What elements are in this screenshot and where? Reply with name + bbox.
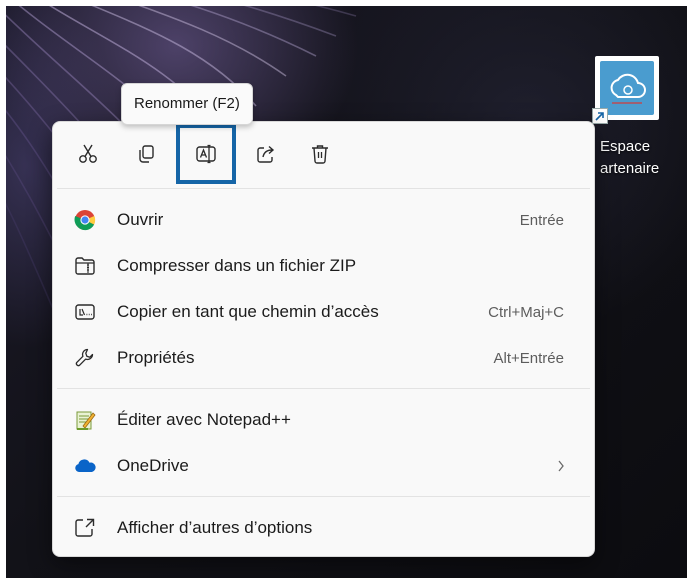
menu-item-compress-zip[interactable]: Compresser dans un fichier ZIP (57, 243, 590, 289)
shortcut-label-line2: artenaire (600, 160, 660, 177)
menu-item-label: Compresser dans un fichier ZIP (117, 256, 357, 275)
menu-item-label: OneDrive (117, 456, 189, 475)
cut-button[interactable] (65, 132, 111, 176)
shortcut-label: Espace artenaire (588, 136, 687, 180)
trash-icon (312, 145, 328, 164)
chrome-icon (74, 210, 96, 231)
onedrive-icon (75, 459, 96, 472)
rename-button[interactable] (176, 124, 236, 184)
shortcut-app-icon (600, 61, 654, 115)
menu-item-label: Propriétés (117, 348, 195, 367)
separator (57, 388, 590, 389)
rename-icon (196, 144, 216, 164)
rename-tooltip: Renommer (F2) (121, 83, 253, 125)
wrench-icon (75, 348, 94, 367)
separator (57, 188, 590, 189)
menu-item-shortcut: Alt+Entrée (493, 349, 564, 367)
notepad-plus-plus-icon (76, 411, 96, 430)
menu-item-open[interactable]: Ouvrir Entrée (57, 197, 590, 243)
chevron-right-icon (558, 460, 564, 472)
menu-item-shortcut: Ctrl+Maj+C (488, 303, 564, 321)
menu-item-label: Copier en tant que chemin d’accès (117, 302, 379, 321)
share-button[interactable] (243, 132, 289, 176)
menu-item-label: Ouvrir (117, 210, 164, 229)
shortcut-arrow-icon (592, 108, 608, 124)
menu-item-label: Éditer avec Notepad++ (117, 410, 291, 429)
menu-item-more-options[interactable]: Afficher d’autres d’options (57, 505, 590, 551)
menu-item-label: Afficher d’autres d’options (117, 518, 313, 537)
path-icon (75, 304, 95, 320)
shortcut-label-line1: Espace (600, 138, 651, 155)
menu-item-onedrive[interactable]: OneDrive (57, 443, 590, 489)
scissors-icon (79, 144, 97, 163)
menu-item-copy-path[interactable]: Copier en tant que chemin d’accès Ctrl+M… (57, 289, 590, 335)
context-menu-action-bar (53, 122, 594, 188)
menu-item-properties[interactable]: Propriétés Alt+Entrée (57, 335, 590, 381)
delete-button[interactable] (297, 132, 343, 176)
zip-folder-icon (75, 257, 95, 275)
context-menu: Ouvrir Entrée Compresser dans un fichier… (52, 121, 595, 557)
more-options-icon (75, 518, 95, 537)
menu-item-edit-notepadpp[interactable]: Éditer avec Notepad++ (57, 397, 590, 443)
share-icon (257, 145, 275, 163)
separator (57, 496, 590, 497)
cloud-icon (610, 73, 646, 104)
copy-icon (139, 145, 154, 163)
copy-button[interactable] (123, 132, 169, 176)
menu-item-shortcut: Entrée (519, 211, 564, 229)
